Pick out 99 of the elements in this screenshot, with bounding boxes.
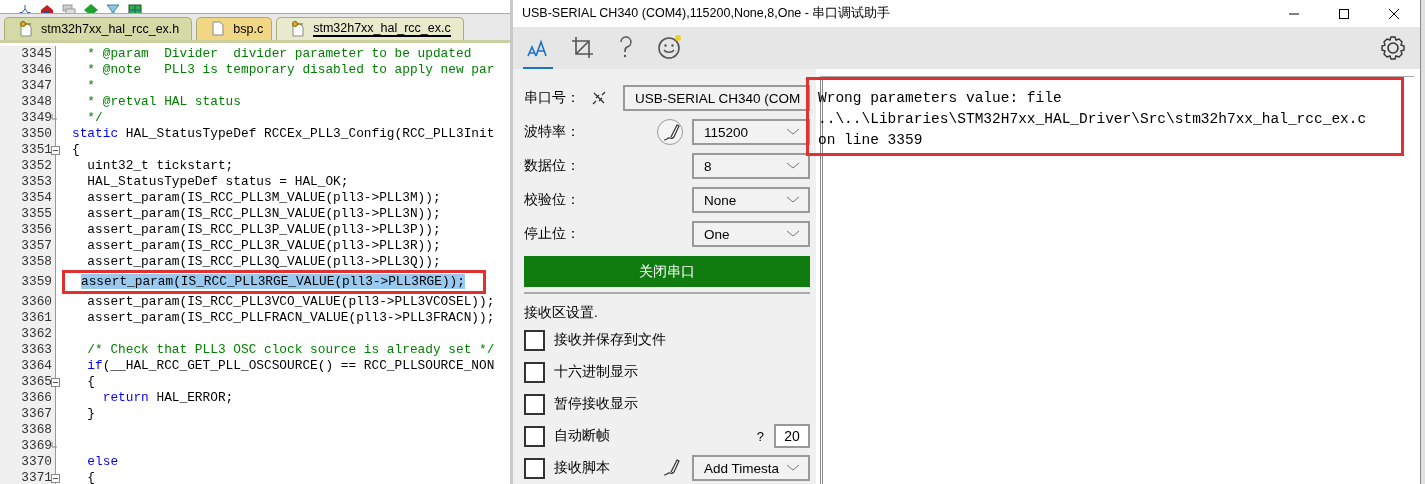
field-label: 停止位： — [524, 225, 581, 243]
line-number: 3362 — [0, 326, 56, 342]
dropdown[interactable]: Add Timesta — [692, 455, 810, 481]
field-label: 串口号： — [524, 89, 581, 107]
code-line: assert_param(IS_RCC_PLL3N_VALUE(pll3->PLL3N)); — [86, 206, 441, 221]
line-number: 3353 — [0, 174, 56, 190]
settings-icon[interactable] — [1380, 35, 1406, 61]
line-number: 3350 — [0, 126, 56, 142]
line-number: 3364 — [0, 358, 56, 374]
code-line: * — [86, 78, 96, 93]
file-icon — [211, 21, 226, 37]
line-number: 3360 — [0, 294, 56, 310]
code-line: assert_param(IS_RCC_PLLFRACN_VALUE(pll3->PLL3FRACN)); — [86, 310, 495, 325]
smiley-icon — [657, 34, 683, 60]
code-line: HAL_StatusTypeDef status = HAL_OK; — [86, 174, 349, 189]
code-line: assert_param(IS_RCC_PLL3M_VALUE(pll3->PLL3M)); — [86, 190, 441, 205]
pen-circle-icon[interactable] — [656, 118, 684, 146]
collapse-icon[interactable] — [51, 145, 60, 155]
line-number: 3367 — [0, 406, 56, 422]
crop-icon — [569, 34, 595, 60]
line-number: 3354 — [0, 190, 56, 206]
line-number: 3355 — [0, 206, 56, 222]
code-line: static HAL_StatusTypeDef RCCEx_PLL3_Config(RCC_PLL3Init — [72, 126, 495, 141]
line-number: 3345 — [0, 46, 56, 62]
dropdown[interactable]: None — [692, 187, 810, 213]
field-label: 校验位： — [524, 191, 581, 209]
help-hint[interactable]: ? — [756, 428, 764, 444]
checkbox[interactable] — [524, 329, 545, 351]
code-line: else — [86, 454, 119, 469]
checkbox-label: 暂停接收显示 — [554, 395, 639, 413]
line-number: 3349 — [0, 110, 56, 126]
code-line: * @note PLL3 is temporary disabled to apply new par — [86, 62, 495, 77]
section-title: 接收区设置. — [524, 304, 599, 322]
checkbox-label: 接收脚本 — [554, 459, 611, 477]
file-tab[interactable]: stm32h7xx_hal_rcc_ex.h — [4, 17, 193, 40]
checkbox[interactable] — [524, 393, 545, 415]
line-number: 3351 — [0, 142, 56, 158]
plug-icon[interactable] — [591, 90, 607, 106]
checkbox-label: 自动断帧 — [554, 427, 611, 445]
collapse-icon[interactable] — [51, 473, 60, 483]
file-tab[interactable]: bsp.c — [196, 17, 273, 40]
dropdown[interactable]: 115200 — [692, 119, 810, 145]
line-number: 3357 — [0, 238, 56, 254]
code-line: assert_param(IS_RCC_PLL3Q_VALUE(pll3->PLL3Q)); — [86, 254, 441, 269]
line-number: 3368 — [0, 422, 56, 438]
code-line: { — [86, 470, 96, 484]
code-line: { — [86, 374, 96, 389]
checkbox-label: 接收并保存到文件 — [554, 331, 667, 349]
line-number: 3356 — [0, 222, 56, 238]
line-number: 3365 — [0, 374, 56, 390]
code-line: */ — [86, 110, 103, 125]
line-number: 3361 — [0, 310, 56, 326]
dropdown[interactable]: One — [692, 221, 810, 247]
port-field[interactable]: USB-SERIAL CH340 (COM — [623, 85, 810, 111]
code-line: * @param Divider divider parameter to be updated — [86, 46, 472, 61]
code-line: assert_param(IS_RCC_PLL3P_VALUE(pll3->PLL3P)); — [86, 222, 441, 237]
line-number: 3346 — [0, 62, 56, 78]
file-tab[interactable]: stm32h7xx_hal_rcc_ex.c — [276, 17, 464, 40]
line-number: 3352 — [0, 158, 56, 174]
code-line: uint32_t tickstart; — [86, 158, 234, 173]
chevron-down-icon — [786, 162, 800, 170]
key-file-icon — [291, 21, 306, 37]
code-line: /* Check that PLL3 OSC clock source is already set */ — [86, 342, 495, 357]
close-port-button[interactable]: 关闭串口 — [524, 256, 810, 287]
code-line: if(__HAL_RCC_GET_PLL_OSCSOURCE() == RCC_PLLSOURCE_NON — [86, 358, 495, 373]
checkbox-label: 十六进制显示 — [554, 363, 639, 381]
tree-icon[interactable] — [18, 4, 32, 13]
line-number: 3347 — [0, 78, 56, 94]
field-label: 波特率： — [524, 123, 581, 141]
checkbox[interactable] — [524, 457, 545, 479]
code-line: * @retval HAL status — [86, 94, 241, 109]
checkbox[interactable] — [524, 425, 545, 447]
code-line: } — [86, 406, 96, 421]
line-number: 3348 — [0, 94, 56, 110]
line-number: 3363 — [0, 342, 56, 358]
close-icon[interactable] — [1388, 7, 1400, 20]
chevron-down-icon — [786, 128, 800, 136]
line-number: 3359 — [0, 270, 56, 294]
window-title: USB-SERIAL CH340 (COM4),115200,None,8,One - 串口调试助手 — [522, 5, 891, 22]
dropdown[interactable]: 8 — [692, 153, 810, 179]
code-line: return HAL_ERROR; — [101, 390, 234, 405]
line-number: 3369 — [0, 438, 56, 454]
maximize-icon[interactable] — [1338, 7, 1350, 20]
code-line: assert_param(IS_RCC_PLL3VCO_VALUE(pll3->PLL3VCOSEL)); — [86, 294, 495, 309]
chevron-down-icon — [786, 196, 800, 204]
received-text: Wrong parameters value: file ..\..\Libraries\STM32H7xx_HAL_Driver\Src\stm32h7xx_hal_rcc_ex.c on line 3359 — [817, 89, 1368, 150]
field-label: 数据位： — [524, 157, 581, 175]
code-line: assert_param(IS_RCC_PLL3R_VALUE(pll3->PLL3R)); — [86, 238, 441, 253]
collapse-icon[interactable] — [51, 377, 60, 387]
chevron-down-icon — [786, 230, 800, 238]
line-number: 3371 — [0, 470, 56, 484]
checkbox[interactable] — [524, 361, 545, 383]
line-number: 3358 — [0, 254, 56, 270]
key-file-icon — [19, 21, 33, 37]
code-line: { — [72, 142, 80, 157]
number-field[interactable]: 20 — [774, 424, 810, 448]
chevron-down-icon — [786, 464, 800, 472]
line-number: 3366 — [0, 390, 56, 406]
line-number: 3370 — [0, 454, 56, 470]
